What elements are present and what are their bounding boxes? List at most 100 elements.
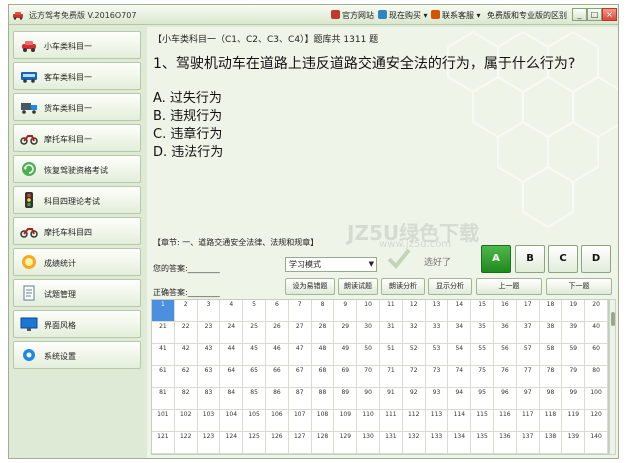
question-number-cell[interactable]: 75	[471, 366, 494, 388]
question-number-cell[interactable]: 104	[220, 410, 244, 432]
question-number-cell[interactable]: 40	[585, 322, 608, 344]
question-number-cell[interactable]: 17	[516, 300, 540, 322]
sidebar-item-question-manage[interactable]: 试题管理	[13, 279, 141, 307]
question-number-cell[interactable]: 78	[539, 366, 563, 388]
question-number-cell[interactable]: 53	[425, 344, 449, 366]
buy-now-link[interactable]: 现在购买 ▾	[378, 10, 428, 21]
question-number-cell[interactable]: 50	[357, 344, 380, 366]
answer-button-a[interactable]: A	[481, 245, 511, 273]
question-number-cell[interactable]: 6	[265, 300, 289, 322]
question-number-cell[interactable]: 111	[379, 410, 403, 432]
question-number-cell[interactable]: 86	[265, 388, 289, 410]
question-number-cell[interactable]: 100	[585, 388, 608, 410]
question-number-cell[interactable]: 20	[585, 300, 608, 322]
question-number-cell[interactable]: 18	[539, 300, 563, 322]
question-number-cell[interactable]: 32	[402, 322, 426, 344]
sidebar-item-ui-style[interactable]: 界面风格	[13, 310, 141, 338]
question-number-cell[interactable]: 77	[516, 366, 540, 388]
question-number-cell[interactable]: 96	[493, 388, 517, 410]
question-number-cell[interactable]: 72	[402, 366, 426, 388]
question-number-cell[interactable]: 138	[539, 432, 563, 454]
option-c[interactable]: C. 违章行为	[153, 123, 222, 142]
sidebar-item-car-subject1[interactable]: 小车类科目一	[13, 31, 141, 59]
close-button[interactable]: ×	[602, 8, 617, 21]
question-number-cell[interactable]: 108	[311, 410, 335, 432]
question-number-cell[interactable]: 87	[288, 388, 312, 410]
question-number-cell[interactable]: 89	[334, 388, 358, 410]
prev-question-button[interactable]: 上一题	[476, 278, 542, 295]
question-number-cell[interactable]: 8	[311, 300, 335, 322]
set-hard-question-button[interactable]: 设为易错题	[285, 278, 335, 295]
question-number-cell[interactable]: 2	[174, 300, 198, 322]
option-b[interactable]: B. 违规行为	[153, 105, 222, 124]
question-number-cell[interactable]: 136	[493, 432, 517, 454]
question-number-cell[interactable]: 52	[402, 344, 426, 366]
question-number-cell[interactable]: 26	[265, 322, 289, 344]
question-number-cell[interactable]: 9	[334, 300, 358, 322]
question-number-cell[interactable]: 1	[152, 300, 175, 322]
question-number-cell[interactable]: 132	[402, 432, 426, 454]
question-number-cell[interactable]: 88	[311, 388, 335, 410]
question-number-cell[interactable]: 58	[539, 344, 563, 366]
question-number-cell[interactable]: 127	[288, 432, 312, 454]
question-number-cell[interactable]: 31	[379, 322, 403, 344]
question-number-cell[interactable]: 74	[448, 366, 472, 388]
option-a[interactable]: A. 过失行为	[153, 87, 222, 106]
question-number-cell[interactable]: 24	[220, 322, 244, 344]
question-number-cell[interactable]: 57	[516, 344, 540, 366]
sidebar-item-score-stats[interactable]: 成绩统计	[13, 248, 141, 276]
question-number-cell[interactable]: 4	[220, 300, 244, 322]
question-number-cell[interactable]: 19	[562, 300, 586, 322]
version-diff-link[interactable]: 免费版和专业版的区别	[487, 10, 567, 21]
question-number-cell[interactable]: 44	[220, 344, 244, 366]
question-number-cell[interactable]: 10	[357, 300, 380, 322]
sidebar-item-subject4-theory[interactable]: 科目四理论考试	[13, 186, 141, 214]
question-number-cell[interactable]: 137	[516, 432, 540, 454]
question-number-cell[interactable]: 14	[448, 300, 472, 322]
question-number-cell[interactable]: 54	[448, 344, 472, 366]
question-number-cell[interactable]: 55	[471, 344, 494, 366]
answer-button-b[interactable]: B	[515, 245, 545, 273]
question-number-cell[interactable]: 71	[379, 366, 403, 388]
question-number-cell[interactable]: 131	[379, 432, 403, 454]
contact-link[interactable]: 联系客服 ▾	[431, 10, 481, 21]
question-number-cell[interactable]: 107	[288, 410, 312, 432]
question-number-cell[interactable]: 27	[288, 322, 312, 344]
question-number-cell[interactable]: 48	[311, 344, 335, 366]
question-number-cell[interactable]: 82	[174, 388, 198, 410]
question-number-cell[interactable]: 83	[197, 388, 221, 410]
question-number-cell[interactable]: 47	[288, 344, 312, 366]
question-number-cell[interactable]: 128	[311, 432, 335, 454]
question-number-cell[interactable]: 63	[197, 366, 221, 388]
question-number-cell[interactable]: 103	[197, 410, 221, 432]
question-number-cell[interactable]: 51	[379, 344, 403, 366]
question-number-cell[interactable]: 34	[448, 322, 472, 344]
question-number-cell[interactable]: 5	[243, 300, 266, 322]
question-number-cell[interactable]: 3	[197, 300, 221, 322]
read-analysis-button[interactable]: 朗读分析	[381, 278, 425, 295]
question-number-cell[interactable]: 7	[288, 300, 312, 322]
question-number-cell[interactable]: 70	[357, 366, 380, 388]
question-number-cell[interactable]: 95	[471, 388, 494, 410]
question-number-cell[interactable]: 65	[243, 366, 266, 388]
next-question-button[interactable]: 下一题	[546, 278, 612, 295]
sidebar-item-truck-subject1[interactable]: 货车类科目一	[13, 93, 141, 121]
question-number-cell[interactable]: 140	[585, 432, 608, 454]
question-number-cell[interactable]: 109	[334, 410, 358, 432]
question-number-cell[interactable]: 12	[402, 300, 426, 322]
question-number-cell[interactable]: 41	[152, 344, 175, 366]
question-number-cell[interactable]: 119	[562, 410, 586, 432]
question-number-cell[interactable]: 101	[152, 410, 175, 432]
question-number-cell[interactable]: 118	[539, 410, 563, 432]
question-number-cell[interactable]: 60	[585, 344, 608, 366]
question-number-cell[interactable]: 61	[152, 366, 175, 388]
question-number-cell[interactable]: 125	[243, 432, 266, 454]
question-number-cell[interactable]: 29	[334, 322, 358, 344]
question-number-cell[interactable]: 22	[174, 322, 198, 344]
question-number-cell[interactable]: 91	[379, 388, 403, 410]
question-number-cell[interactable]: 135	[471, 432, 494, 454]
question-number-cell[interactable]: 64	[220, 366, 244, 388]
sidebar-item-restore-license[interactable]: 恢复驾驶资格考试	[13, 155, 141, 183]
question-number-cell[interactable]: 130	[357, 432, 380, 454]
question-number-cell[interactable]: 102	[174, 410, 198, 432]
